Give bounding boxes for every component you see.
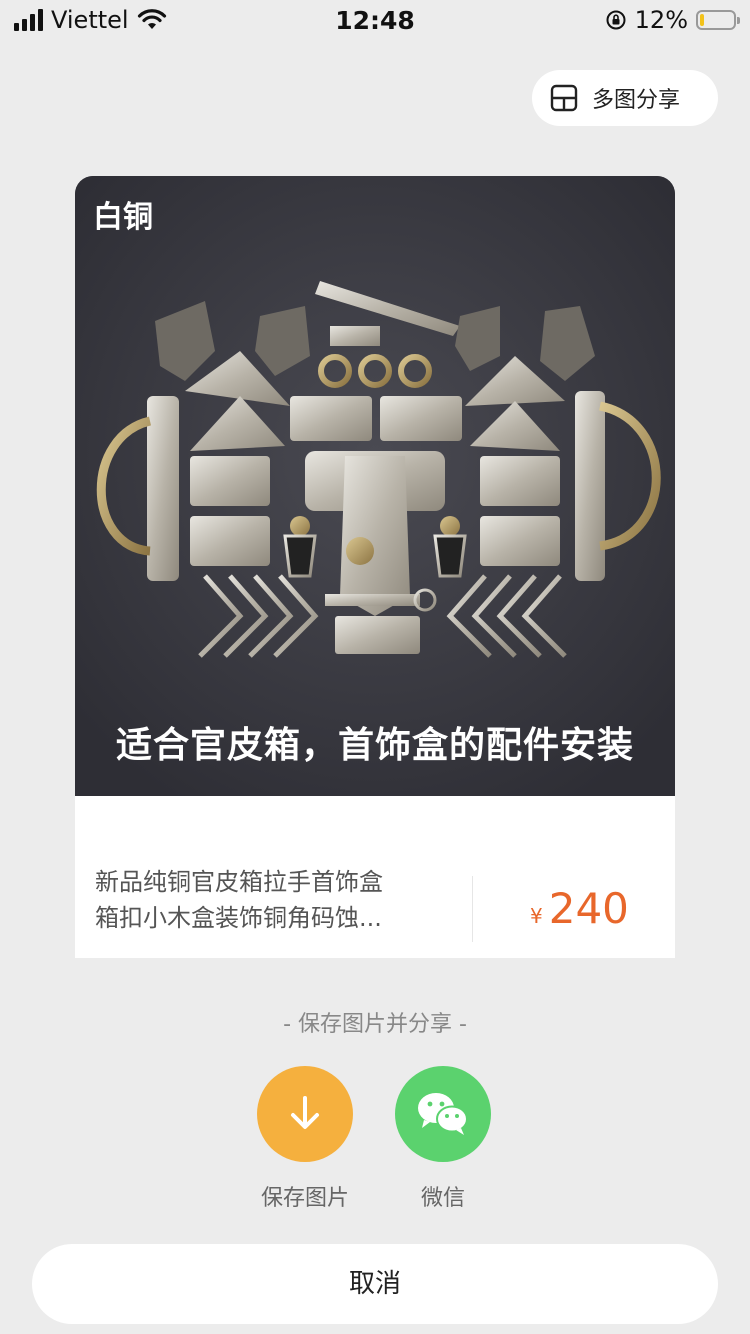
orientation-lock-icon [606, 10, 626, 30]
product-price: ¥ 240 [530, 884, 629, 933]
wechat-icon [418, 1093, 468, 1135]
multi-image-share-button[interactable]: 多图分享 [532, 70, 718, 126]
share-hint: - 保存图片并分享 - [283, 1012, 467, 1037]
wechat-circle[interactable] [395, 1066, 491, 1162]
save-image-button[interactable]: 保存图片 [245, 1066, 365, 1212]
price-currency-symbol: ¥ [530, 904, 543, 928]
info-divider [472, 876, 473, 942]
wechat-label: 微信 [420, 1186, 465, 1211]
save-image-circle[interactable] [257, 1066, 353, 1162]
multi-share-label: 多图分享 [592, 88, 681, 113]
status-right: 12% [605, 6, 740, 34]
battery-percent: 12% [634, 6, 688, 34]
save-image-label: 保存图片 [260, 1186, 349, 1211]
price-value: 240 [548, 884, 629, 933]
brass-hardware-illustration [75, 176, 675, 796]
product-image: 白铜 适合官皮箱，首饰盒的配件安装 [75, 176, 675, 796]
product-title: 新品纯铜官皮箱拉手首饰盒 箱扣小木盒装饰铜角码蚀... [95, 864, 435, 936]
grid-layout-icon [550, 84, 578, 112]
product-title-line-2: 箱扣小木盒装饰铜角码蚀... [95, 904, 382, 932]
wechat-share-button[interactable]: 微信 [383, 1066, 503, 1212]
download-arrow-icon [291, 1096, 319, 1129]
battery-icon [696, 10, 740, 30]
status-bar: Viettel 12:48 12% [0, 0, 750, 40]
product-title-line-1: 新品纯铜官皮箱拉手首饰盒 [95, 868, 383, 896]
product-share-card: 白铜 适合官皮箱，首饰盒的配件安装 新品纯铜官皮箱拉手首饰盒 箱扣小木盒装饰铜角… [75, 176, 675, 958]
image-tag: 白铜 [93, 200, 153, 235]
image-caption: 适合官皮箱，首饰盒的配件安装 [115, 725, 634, 766]
product-info-row: 新品纯铜官皮箱拉手首饰盒 箱扣小木盒装饰铜角码蚀... ¥ 240 [75, 796, 675, 958]
battery-fill [700, 14, 704, 26]
cancel-button[interactable]: 取消 [32, 1244, 718, 1324]
